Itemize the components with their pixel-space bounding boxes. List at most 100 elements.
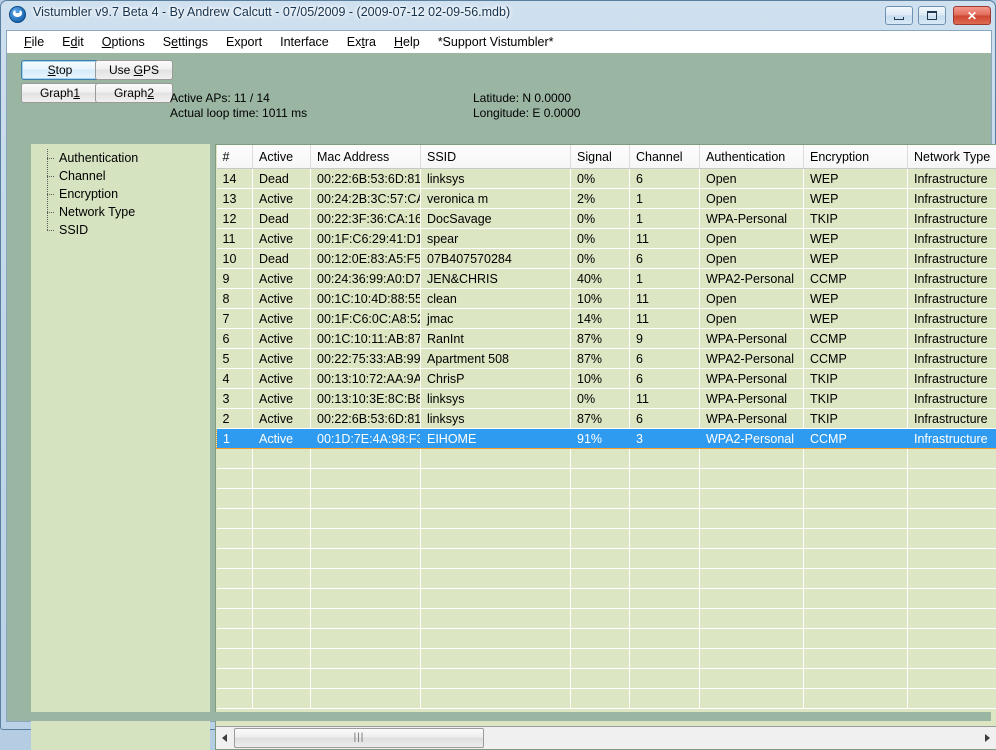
column-header-encryption[interactable]: Encryption — [804, 145, 908, 169]
cell-empty — [421, 669, 571, 689]
table-row[interactable]: 10Dead00:12:0E:83:A5:F507B4075702840%6Op… — [217, 249, 996, 269]
graph1-button[interactable]: Graph1 — [21, 83, 99, 103]
maximize-button[interactable] — [918, 6, 946, 25]
menu-settings[interactable]: Settings — [154, 33, 217, 51]
cell-ssid: 07B407570284 — [421, 249, 571, 269]
tree-item-encryption[interactable]: Encryption — [35, 185, 210, 203]
graph2-button[interactable]: Graph2 — [95, 83, 173, 103]
column-header-active[interactable]: Active — [253, 145, 311, 169]
cell-empty — [630, 529, 700, 549]
tree-item-ssid[interactable]: SSID — [35, 221, 210, 239]
longitude-status: Longitude: E 0.0000 — [473, 106, 580, 120]
cell-encryption: WEP — [804, 229, 908, 249]
menu-support[interactable]: *Support Vistumbler* — [429, 33, 563, 51]
cell-empty — [421, 689, 571, 709]
table-header-row: # Active Mac Address SSID Signal Channel… — [217, 145, 996, 169]
cell-empty — [908, 629, 996, 649]
table-row[interactable]: 4Active00:13:10:72:AA:9AChrisP10%6WPA-Pe… — [217, 369, 996, 389]
maximize-icon — [919, 7, 945, 24]
cell-mac-address: 00:24:2B:3C:57:CA — [311, 189, 421, 209]
stop-button[interactable]: Stop — [21, 60, 99, 80]
access-point-grid[interactable]: # Active Mac Address SSID Signal Channel… — [216, 145, 996, 727]
table-row[interactable]: 8Active00:1C:10:4D:88:55clean10%11OpenWE… — [217, 289, 996, 309]
use-gps-button[interactable]: Use GPS — [95, 60, 173, 80]
cell-active: Active — [253, 369, 311, 389]
cell-ssid: DocSavage — [421, 209, 571, 229]
client-area: File Edit Options Settings Export Interf… — [6, 30, 992, 722]
cell-authentication: WPA2-Personal — [700, 429, 804, 449]
cell-ssid: Apartment 508 — [421, 349, 571, 369]
close-button[interactable]: ✕ — [953, 6, 991, 25]
scrollbar-thumb[interactable]: ||| — [234, 728, 484, 748]
tree-item-network-type[interactable]: Network Type — [35, 203, 210, 221]
table-row[interactable]: 11Active00:1F:C6:29:41:D1spear0%11OpenWE… — [217, 229, 996, 249]
cell-empty — [311, 469, 421, 489]
cell-number: 9 — [217, 269, 253, 289]
table-row[interactable]: 5Active00:22:75:33:AB:99Apartment 50887%… — [217, 349, 996, 369]
table-row[interactable]: 14Dead00:22:6B:53:6D:81linksys0%6OpenWEP… — [217, 169, 996, 189]
table-row[interactable]: 1Active00:1D:7E:4A:98:F3EIHOME91%3WPA2-P… — [217, 429, 996, 449]
column-header-authentication[interactable]: Authentication — [700, 145, 804, 169]
cell-number: 3 — [217, 389, 253, 409]
cell-mac-address: 00:13:10:3E:8C:B8 — [311, 389, 421, 409]
cell-channel: 3 — [630, 429, 700, 449]
cell-channel: 6 — [630, 369, 700, 389]
cell-signal: 0% — [571, 209, 630, 229]
filter-tree-panel[interactable]: Authentication Channel Encryption Networ… — [31, 144, 210, 750]
column-header-channel[interactable]: Channel — [630, 145, 700, 169]
column-header-mac-address[interactable]: Mac Address — [311, 145, 421, 169]
table-empty-row — [217, 549, 996, 569]
table-empty-row — [217, 589, 996, 609]
cell-empty — [571, 689, 630, 709]
cell-active: Active — [253, 289, 311, 309]
cell-empty — [700, 669, 804, 689]
cell-empty — [421, 489, 571, 509]
cell-empty — [700, 569, 804, 589]
cell-signal: 87% — [571, 349, 630, 369]
cell-empty — [253, 489, 311, 509]
cell-channel: 11 — [630, 229, 700, 249]
scroll-right-icon[interactable] — [979, 727, 996, 749]
minimize-button[interactable] — [885, 6, 913, 25]
cell-signal: 14% — [571, 309, 630, 329]
menu-extra[interactable]: Extra — [338, 33, 385, 51]
cell-empty — [217, 629, 253, 649]
tree-item-channel[interactable]: Channel — [35, 167, 210, 185]
menu-interface[interactable]: Interface — [271, 33, 338, 51]
cell-channel: 9 — [630, 329, 700, 349]
cell-empty — [421, 609, 571, 629]
menu-file[interactable]: File — [15, 33, 53, 51]
cell-number: 13 — [217, 189, 253, 209]
table-row[interactable]: 12Dead00:22:3F:36:CA:16DocSavage0%1WPA-P… — [217, 209, 996, 229]
column-header-number[interactable]: # — [217, 145, 253, 169]
menu-options[interactable]: Options — [93, 33, 154, 51]
scroll-left-icon[interactable] — [216, 727, 233, 749]
column-header-ssid[interactable]: SSID — [421, 145, 571, 169]
menu-edit[interactable]: Edit — [53, 33, 93, 51]
table-row[interactable]: 7Active00:1F:C6:0C:A8:52jmac14%11OpenWEP… — [217, 309, 996, 329]
cell-empty — [804, 529, 908, 549]
cell-signal: 10% — [571, 289, 630, 309]
cell-empty — [571, 549, 630, 569]
cell-empty — [217, 529, 253, 549]
cell-number: 5 — [217, 349, 253, 369]
table-row[interactable]: 2Active00:22:6B:53:6D:81linksys87%6WPA-P… — [217, 409, 996, 429]
table-row[interactable]: 6Active00:1C:10:11:AB:87RanInt87%9WPA-Pe… — [217, 329, 996, 349]
column-header-network-type[interactable]: Network Type — [908, 145, 996, 169]
cell-encryption: WEP — [804, 249, 908, 269]
table-row[interactable]: 13Active00:24:2B:3C:57:CAveronica m2%1Op… — [217, 189, 996, 209]
table-row[interactable]: 3Active00:13:10:3E:8C:B8linksys0%11WPA-P… — [217, 389, 996, 409]
horizontal-scrollbar[interactable]: ||| — [216, 726, 996, 749]
menu-help[interactable]: Help — [385, 33, 429, 51]
column-header-signal[interactable]: Signal — [571, 145, 630, 169]
menu-export[interactable]: Export — [217, 33, 271, 51]
cell-empty — [253, 629, 311, 649]
cell-empty — [630, 629, 700, 649]
cell-active: Active — [253, 409, 311, 429]
cell-empty — [311, 569, 421, 589]
cell-empty — [630, 569, 700, 589]
cell-empty — [253, 569, 311, 589]
cell-mac-address: 00:22:75:33:AB:99 — [311, 349, 421, 369]
tree-item-authentication[interactable]: Authentication — [35, 149, 210, 167]
table-row[interactable]: 9Active00:24:36:99:A0:D7JEN&CHRIS40%1WPA… — [217, 269, 996, 289]
